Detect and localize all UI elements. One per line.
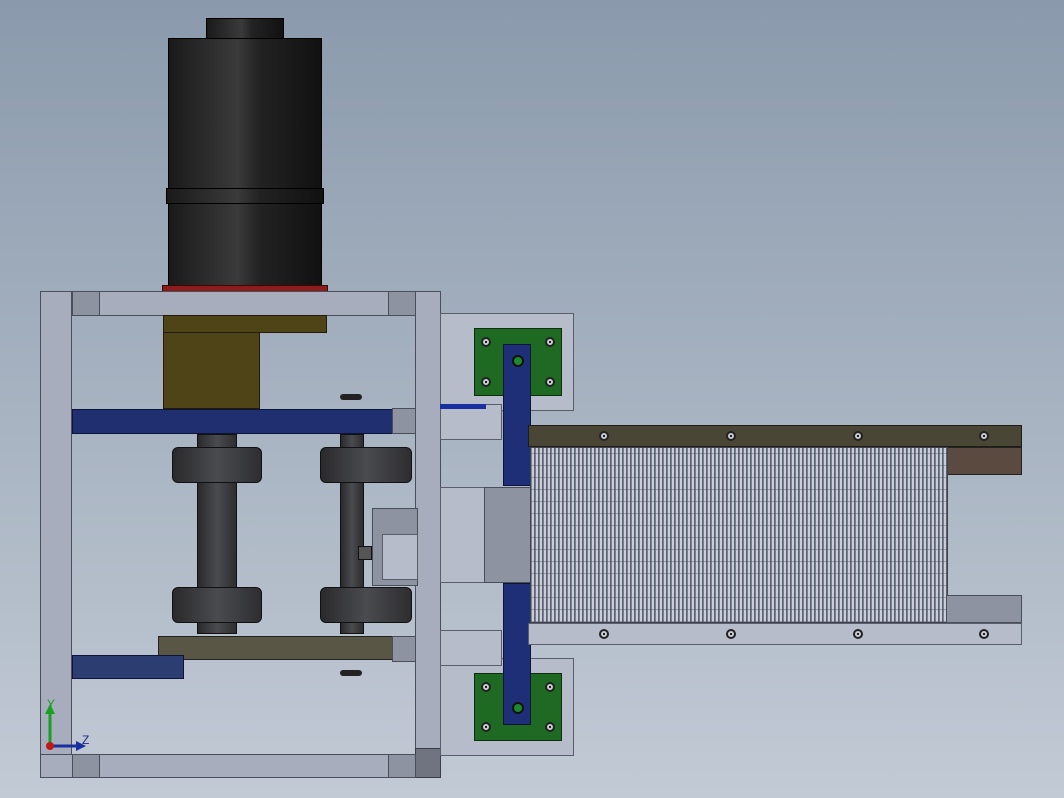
lower-connector (440, 630, 502, 666)
lower-slot (340, 670, 362, 676)
lower-blue-bar (72, 655, 184, 679)
upper-blue-strip (440, 404, 486, 409)
motor-bracket (163, 315, 327, 333)
frame-right-post (415, 291, 441, 778)
bottom-rail-end (946, 595, 1022, 623)
frame-top-joint-right (388, 291, 416, 316)
blue-crossbar (72, 409, 394, 434)
upper-connector (440, 404, 502, 440)
top-rail (528, 425, 1022, 447)
upper-post-bracket (392, 408, 416, 434)
tensioner-inner (382, 534, 418, 580)
top-rail-end (946, 447, 1022, 475)
frame-top-bar (40, 291, 441, 316)
frame-corner-block (415, 748, 441, 778)
frame-top-joint-left (72, 291, 100, 316)
lower-bar (158, 636, 416, 660)
motor-body (168, 38, 322, 190)
right-lower-pulley (320, 587, 412, 623)
frame-bottom-joint-left (72, 754, 100, 778)
crossbar-slot (340, 394, 362, 400)
triad-z-label: Z (82, 733, 90, 747)
triad-y-label: Y (47, 697, 56, 711)
left-lower-pulley (172, 587, 262, 623)
upper-link-pin (512, 355, 524, 367)
lower-link-pin (512, 702, 524, 714)
bottom-rail (528, 623, 1022, 645)
cad-viewport[interactable]: Y Z (0, 0, 1064, 798)
lower-post-bracket (392, 636, 416, 662)
motor-ring (166, 188, 324, 204)
frame-bottom-bar (40, 754, 441, 778)
motor-gearbox (168, 203, 322, 287)
tensioner-nut (358, 546, 372, 560)
motor-bracket-leg (163, 332, 260, 409)
frame-bottom-joint-right (388, 754, 416, 778)
right-upper-pulley (320, 447, 412, 483)
left-upper-pulley (172, 447, 262, 483)
heat-sink (530, 447, 948, 623)
motor-cap (206, 18, 284, 40)
